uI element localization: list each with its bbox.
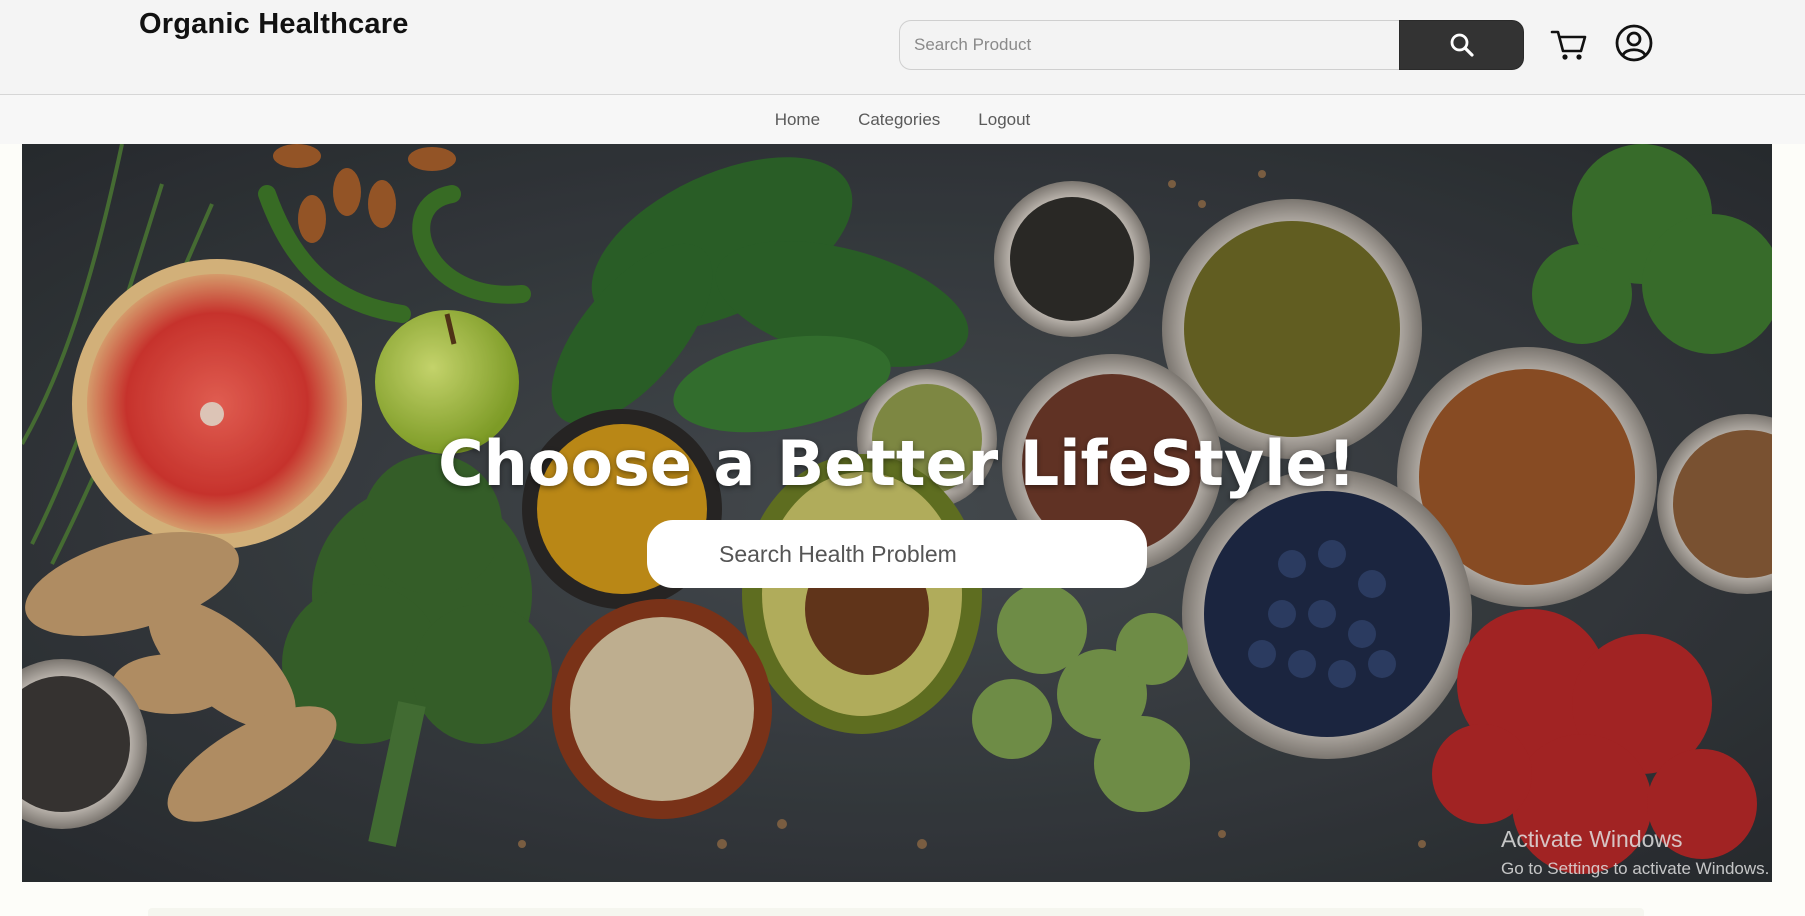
search-icon (1450, 33, 1474, 57)
product-search-button[interactable] (1399, 20, 1524, 70)
health-problem-search-input[interactable] (647, 520, 1147, 588)
hero-dim-overlay (22, 144, 1772, 882)
main-navigation: Home Categories Logout (0, 95, 1805, 144)
watermark-subtitle: Go to Settings to activate Windows. (1501, 859, 1770, 878)
site-header: Organic Healthcare (0, 0, 1805, 95)
product-search-input[interactable] (899, 20, 1401, 70)
content-section-top-edge (148, 908, 1644, 916)
nav-home[interactable]: Home (756, 110, 839, 130)
site-logo-text[interactable]: Organic Healthcare (139, 8, 409, 41)
nav-categories[interactable]: Categories (839, 110, 959, 130)
nav-logout[interactable]: Logout (959, 110, 1049, 130)
windows-activation-watermark: Activate Windows Go to Settings to activ… (1501, 826, 1769, 879)
watermark-title: Activate Windows (1501, 826, 1683, 852)
user-account-icon[interactable] (1614, 23, 1654, 63)
hero-headline: Choose a Better LifeStyle! (438, 427, 1356, 500)
hero-banner: Choose a Better LifeStyle! (22, 144, 1772, 882)
cart-icon[interactable] (1549, 24, 1589, 64)
product-search-bar (899, 20, 1524, 70)
